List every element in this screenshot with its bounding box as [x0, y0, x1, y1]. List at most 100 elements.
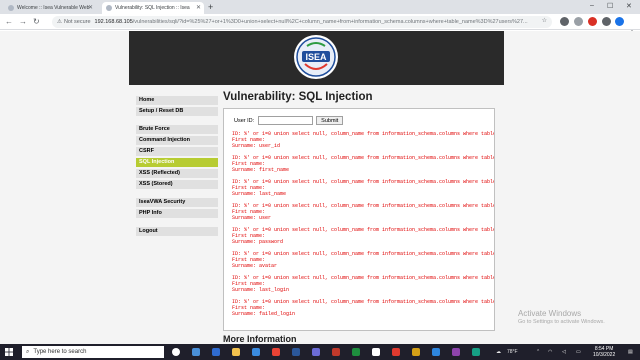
watermark-title: Activate Windows	[518, 309, 582, 318]
page-viewport: ISEA Home Setup / Reset DB Brute Force C…	[0, 31, 640, 344]
page-header: ISEA	[129, 31, 504, 85]
svg-text:ISEA: ISEA	[305, 52, 327, 62]
page-container: ISEA Home Setup / Reset DB Brute Force C…	[129, 31, 504, 344]
app-icon[interactable]	[192, 348, 200, 356]
forward-icon[interactable]: →	[19, 17, 27, 27]
windows-start-icon[interactable]	[5, 348, 13, 356]
app-icon[interactable]	[452, 348, 460, 356]
language-icon[interactable]: ▭	[576, 349, 581, 355]
result-id-line: ID: %' or 1=0 union select null, column_…	[232, 227, 494, 233]
taskbar: ⌕ Type here to search ☁ 78°F ⌃ ◠ ◁ ▭ 8:5…	[0, 344, 640, 360]
result-id-line: ID: %' or 1=0 union select null, column_…	[232, 203, 494, 209]
volume-icon[interactable]: ◁	[562, 349, 566, 355]
result-item: ID: %' or 1=0 union select null, column_…	[232, 227, 494, 246]
close-tab-icon[interactable]: ✕	[196, 4, 201, 11]
close-tab-icon[interactable]: ✕	[88, 4, 93, 11]
submit-button[interactable]: Submit	[316, 116, 344, 125]
toolbar: ← → ↻ Not secure 192.168.68.105 /vulnera…	[0, 14, 640, 38]
result-item: ID: %' or 1=0 union select null, column_…	[232, 131, 494, 150]
result-item: ID: %' or 1=0 union select null, column_…	[232, 155, 494, 174]
favicon-icon	[106, 5, 112, 11]
pdf-icon[interactable]	[392, 348, 400, 356]
menu-item-csrf[interactable]: CSRF	[136, 147, 218, 156]
tab-label: Vulnerability: SQL Injection :: Isea	[115, 5, 190, 11]
app-icon[interactable]	[432, 348, 440, 356]
close-window-icon[interactable]: ✕	[626, 2, 632, 10]
search-placeholder: Type here to search	[33, 349, 87, 355]
menu-item-command-injection[interactable]: Command Injection	[136, 136, 218, 145]
new-tab-button[interactable]: +	[208, 2, 213, 12]
tab-label: Welcome :: Isea Vulnerable Web	[17, 5, 90, 11]
extension-icon[interactable]	[588, 17, 597, 26]
app-icon[interactable]	[372, 348, 380, 356]
user-id-input[interactable]	[258, 116, 314, 125]
not-secure-label[interactable]: Not secure	[57, 19, 91, 25]
edge-icon[interactable]	[212, 348, 220, 356]
watermark-subtitle: Go to Settings to activate Windows.	[518, 319, 605, 325]
tray-overflow-icon[interactable]: ⌃	[536, 349, 540, 355]
app-icon[interactable]	[332, 348, 340, 356]
results-list: ID: %' or 1=0 union select null, column_…	[232, 131, 494, 323]
menu-item-home[interactable]: Home	[136, 96, 218, 105]
result-surname-line: Surname: first_name	[232, 167, 290, 174]
menu-item-logout[interactable]: Logout	[136, 227, 218, 236]
network-icon[interactable]: ◠	[548, 349, 552, 355]
result-surname-line: Surname: failed_login	[232, 311, 296, 318]
screen: Welcome :: Isea Vulnerable Web ✕ Vulnera…	[0, 0, 640, 360]
result-item: ID: %' or 1=0 union select null, column_…	[232, 203, 494, 222]
app-icon[interactable]	[352, 348, 360, 356]
result-item: ID: %' or 1=0 union select null, column_…	[232, 299, 494, 318]
notification-icon[interactable]: ▤	[628, 349, 633, 355]
taskbar-clock[interactable]: 8:54 PM 10/3/2022	[593, 346, 615, 358]
isea-logo: ISEA	[294, 35, 338, 79]
menu-item-sql-injection[interactable]: SQL Injection	[136, 158, 218, 167]
taskbar-search[interactable]: ⌕ Type here to search	[22, 346, 164, 358]
task-view-icon[interactable]	[172, 348, 180, 356]
app-icon[interactable]	[312, 348, 320, 356]
menu-item-xss-reflected[interactable]: XSS (Reflected)	[136, 169, 218, 178]
tab-sql-injection[interactable]: Vulnerability: SQL Injection :: Isea ✕	[102, 2, 204, 14]
back-icon[interactable]: ←	[5, 17, 13, 27]
url-host: 192.168.68.105	[94, 19, 133, 25]
profile-avatar-icon[interactable]	[615, 17, 624, 26]
result-surname-line: Surname: avatar	[232, 263, 278, 270]
result-item: ID: %' or 1=0 union select null, column_…	[232, 251, 494, 270]
reload-icon[interactable]: ↻	[33, 17, 40, 27]
user-id-label: User ID:	[234, 117, 255, 124]
result-id-line: ID: %' or 1=0 union select null, column_…	[232, 155, 494, 161]
extension-icon[interactable]	[560, 17, 569, 26]
tab-bar: Welcome :: Isea Vulnerable Web ✕ Vulnera…	[0, 0, 640, 14]
vulnerable-code-area: User ID: Submit ID: %' or 1=0 union sele…	[223, 108, 495, 331]
menu-item-php-info[interactable]: PHP Info	[136, 209, 218, 218]
bookmark-star-icon[interactable]: ☆	[542, 17, 547, 24]
result-id-line: ID: %' or 1=0 union select null, column_…	[232, 251, 494, 257]
result-id-line: ID: %' or 1=0 union select null, column_…	[232, 131, 494, 137]
tab-welcome[interactable]: Welcome :: Isea Vulnerable Web ✕	[4, 2, 96, 14]
minimize-icon[interactable]: –	[590, 2, 594, 9]
result-id-line: ID: %' or 1=0 union select null, column_…	[232, 299, 494, 305]
word-icon[interactable]	[292, 348, 300, 356]
maximize-icon[interactable]: ☐	[607, 2, 613, 10]
extensions-puzzle-icon[interactable]	[602, 17, 611, 26]
clock-date: 10/3/2022	[593, 352, 616, 358]
chrome-icon[interactable]	[272, 348, 280, 356]
result-surname-line: Surname: user_id	[232, 143, 281, 150]
store-icon[interactable]	[252, 348, 260, 356]
menu-item-brute-force[interactable]: Brute Force	[136, 125, 218, 134]
weather-temperature[interactable]: 78°F	[507, 349, 518, 355]
address-bar[interactable]: Not secure 192.168.68.105 /vulnerabiliti…	[52, 16, 552, 28]
result-item: ID: %' or 1=0 union select null, column_…	[232, 179, 494, 198]
user-id-form: User ID: Submit	[234, 116, 344, 125]
extension-icon[interactable]	[574, 17, 583, 26]
menu-item-security[interactable]: IseaVWA Security	[136, 198, 218, 207]
weather-icon[interactable]: ☁	[496, 349, 501, 355]
app-icon[interactable]	[412, 348, 420, 356]
search-icon: ⌕	[26, 348, 30, 355]
more-information-heading: More Information	[223, 334, 297, 344]
file-explorer-icon[interactable]	[232, 348, 240, 356]
app-icon[interactable]	[472, 348, 480, 356]
result-item: ID: %' or 1=0 union select null, column_…	[232, 275, 494, 294]
menu-item-xss-stored[interactable]: XSS (Stored)	[136, 180, 218, 189]
menu-item-setup[interactable]: Setup / Reset DB	[136, 107, 218, 116]
url-path: /vulnerabilities/sqli/?id=%25%27+or+1%3D…	[132, 19, 528, 25]
